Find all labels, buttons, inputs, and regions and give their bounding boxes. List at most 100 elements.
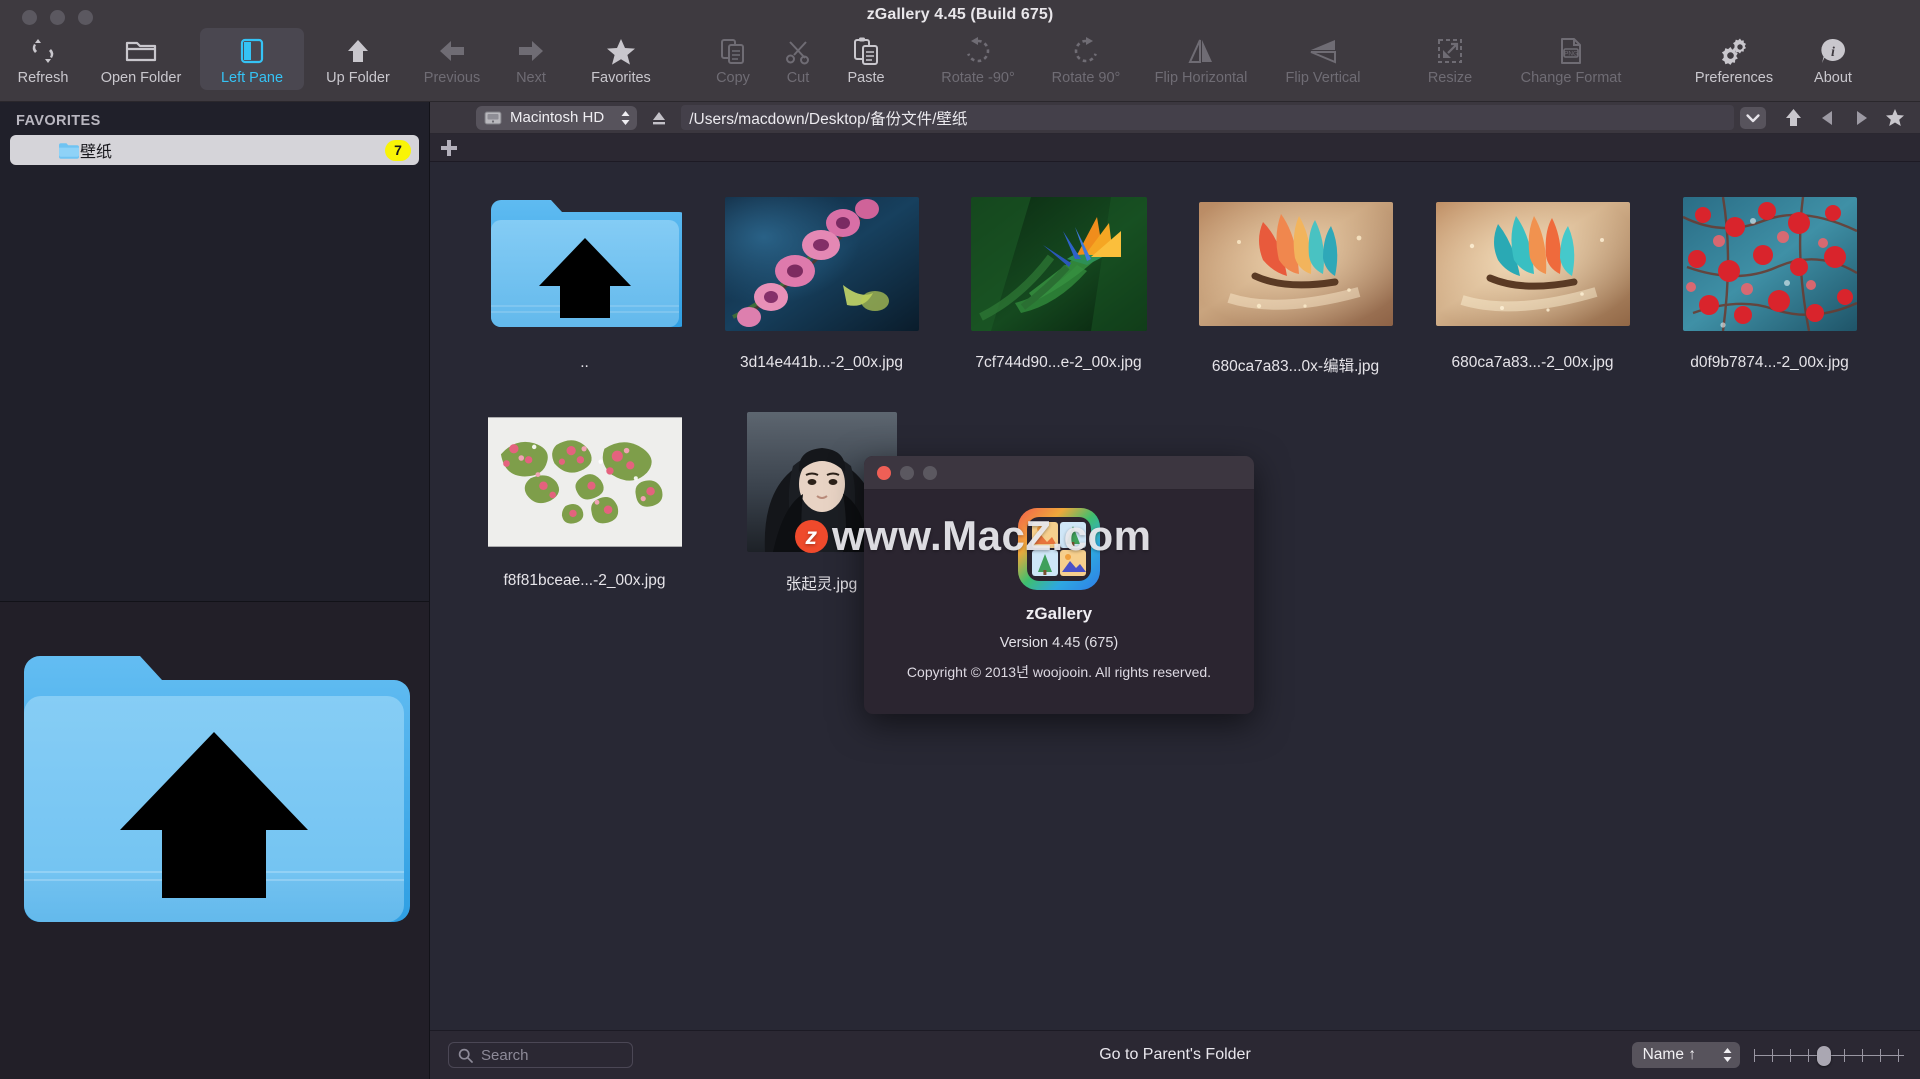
toolbar-label: Next	[516, 70, 546, 86]
grid-item-caption: ..	[580, 354, 589, 371]
toolbar-button-next[interactable]: Next	[496, 28, 566, 90]
titlebar: zGallery 4.45 (Build 675) Refresh Open F…	[0, 0, 1920, 102]
toolbar-button-up-folder[interactable]: Up Folder	[308, 28, 408, 90]
app-logo-icon	[1016, 506, 1102, 592]
star-icon	[605, 34, 637, 68]
about-titlebar	[864, 456, 1254, 490]
sidebar-item-badge: 7	[385, 139, 411, 161]
toolbar-label: Resize	[1427, 70, 1473, 86]
thumbnail	[724, 188, 919, 340]
toolbar-button-flip-vertical[interactable]: Flip Vertical	[1264, 28, 1382, 90]
parent-folder-icon	[490, 200, 682, 327]
toolbar-button-paste[interactable]: Paste	[828, 28, 904, 90]
toolbar-label: Open Folder	[100, 70, 182, 86]
sidebar-item-label: 壁纸	[80, 144, 113, 161]
sidebar-item-wallpaper[interactable]: 壁纸 7	[10, 135, 419, 165]
about-close-button[interactable]	[877, 465, 891, 480]
thumbnail	[1673, 188, 1867, 340]
path-bar: Macintosh HD /Users/macdown/Desktop/备份文件…	[430, 102, 1920, 134]
image-thumbnail-flower-map	[487, 417, 682, 547]
favorites-header: FAVORITES	[16, 113, 101, 129]
volume-selector[interactable]: Macintosh HD	[476, 105, 638, 130]
about-maximize-button[interactable]	[923, 465, 937, 480]
toolbar-button-cut[interactable]: Cut	[768, 28, 828, 90]
triangle-right-icon	[1855, 110, 1868, 126]
toolbar-label: Refresh	[17, 70, 69, 86]
grid-item-image[interactable]: 680ca7a83...0x-编辑.jpg	[1177, 188, 1414, 406]
change-format-icon: PNG	[1556, 34, 1586, 68]
toolbar-button-about[interactable]: i About	[1796, 28, 1870, 90]
copy-icon	[718, 34, 748, 68]
image-thumbnail-bird-of-paradise	[970, 197, 1147, 331]
path-dropdown-button[interactable]	[1740, 106, 1766, 129]
path-favorite-button[interactable]	[1878, 108, 1912, 127]
path-forward-button[interactable]	[1844, 110, 1878, 126]
slider-knob[interactable]	[1817, 1046, 1831, 1066]
toolbar-button-favorites[interactable]: Favorites	[566, 28, 676, 90]
sidebar: FAVORITES 壁纸 7	[0, 102, 430, 1079]
toolbar-button-left-pane[interactable]: Left Pane	[200, 28, 304, 90]
about-version: Version 4.45 (675)	[999, 635, 1119, 651]
grid-item-caption: d0f9b7874...-2_00x.jpg	[1690, 354, 1849, 371]
toolbar-button-rotate-ccw[interactable]: Rotate -90°	[922, 28, 1034, 90]
toolbar-button-refresh[interactable]: Refresh	[0, 28, 86, 90]
eject-icon[interactable]	[651, 109, 667, 127]
grid-item-image[interactable]: d0f9b7874...-2_00x.jpg	[1651, 188, 1888, 406]
thumbnail	[488, 188, 682, 340]
grid-item-caption: 7cf744d90...e-2_00x.jpg	[975, 354, 1142, 371]
search-input[interactable]: Search	[448, 1042, 633, 1068]
sort-selector[interactable]: Name ↑	[1631, 1042, 1740, 1068]
paste-icon	[851, 34, 881, 68]
thumbnail-size-slider[interactable]	[1754, 1044, 1904, 1066]
rotate-ccw-icon	[962, 34, 994, 68]
path-back-button[interactable]	[1810, 110, 1844, 126]
flip-horizontal-icon	[1185, 34, 1217, 68]
toolbar-button-rotate-cw[interactable]: Rotate 90°	[1034, 28, 1138, 90]
toolbar-button-flip-horizontal[interactable]: Flip Horizontal	[1138, 28, 1264, 90]
toolbar-label: Paste	[847, 70, 885, 86]
grid-item-image[interactable]: f8f81bceae...-2_00x.jpg	[466, 406, 703, 624]
toolbar-label: Flip Horizontal	[1154, 70, 1248, 86]
toolbar-label: Copy	[716, 70, 750, 86]
resize-icon	[1435, 34, 1465, 68]
info-icon: i	[1818, 34, 1848, 68]
toolbar-label: Cut	[786, 70, 810, 86]
status-bar: Search Go to Parent's Folder Name ↑	[430, 1030, 1920, 1079]
chevron-updown-icon	[620, 110, 631, 126]
parent-folder-preview-icon	[18, 634, 410, 964]
flip-vertical-icon	[1307, 34, 1339, 68]
toolbar-button-open-folder[interactable]: Open Folder	[86, 28, 196, 90]
path-text: /Users/macdown/Desktop/备份文件/壁纸	[689, 110, 968, 128]
grid-item-parent[interactable]: ..	[466, 188, 703, 406]
up-arrow-icon	[1785, 108, 1802, 127]
toolbar-label: Previous	[423, 70, 481, 86]
toolbar-button-copy[interactable]: Copy	[698, 28, 768, 90]
toolbar-button-previous[interactable]: Previous	[408, 28, 496, 90]
grid-item-caption: f8f81bceae...-2_00x.jpg	[503, 572, 666, 589]
add-tab-button[interactable]	[440, 139, 458, 157]
grid-item-caption: 680ca7a83...-2_00x.jpg	[1451, 354, 1614, 371]
about-minimize-button[interactable]	[900, 465, 914, 480]
path-up-button[interactable]	[1776, 108, 1810, 127]
toolbar-label: Preferences	[1694, 70, 1774, 86]
window-title: zGallery 4.45 (Build 675)	[866, 6, 1054, 23]
tab-strip	[430, 134, 1920, 162]
toolbar-label: Change Format	[1520, 70, 1622, 86]
scissors-icon	[783, 34, 813, 68]
image-thumbnail-orchid	[724, 197, 919, 331]
grid-item-image[interactable]: 3d14e441b...-2_00x.jpg	[703, 188, 940, 406]
toolbar-label: Flip Vertical	[1285, 70, 1361, 86]
toolbar: Refresh Open Folder Left Pane Up Folder …	[0, 28, 1920, 102]
path-input[interactable]: /Users/macdown/Desktop/备份文件/壁纸	[681, 105, 1734, 130]
grid-item-image[interactable]: 7cf744d90...e-2_00x.jpg	[940, 188, 1177, 406]
toolbar-button-change-format[interactable]: PNG Change Format	[1496, 28, 1646, 90]
volume-name: Macintosh HD	[510, 109, 605, 126]
search-icon	[458, 1048, 473, 1063]
favorites-section: FAVORITES 壁纸 7	[0, 102, 429, 602]
grid-item-caption: 3d14e441b...-2_00x.jpg	[740, 354, 903, 371]
svg-text:i: i	[1831, 45, 1835, 60]
thumbnail	[1198, 188, 1393, 340]
toolbar-button-preferences[interactable]: Preferences	[1672, 28, 1796, 90]
toolbar-button-resize[interactable]: Resize	[1404, 28, 1496, 90]
grid-item-image[interactable]: 680ca7a83...-2_00x.jpg	[1414, 188, 1651, 406]
